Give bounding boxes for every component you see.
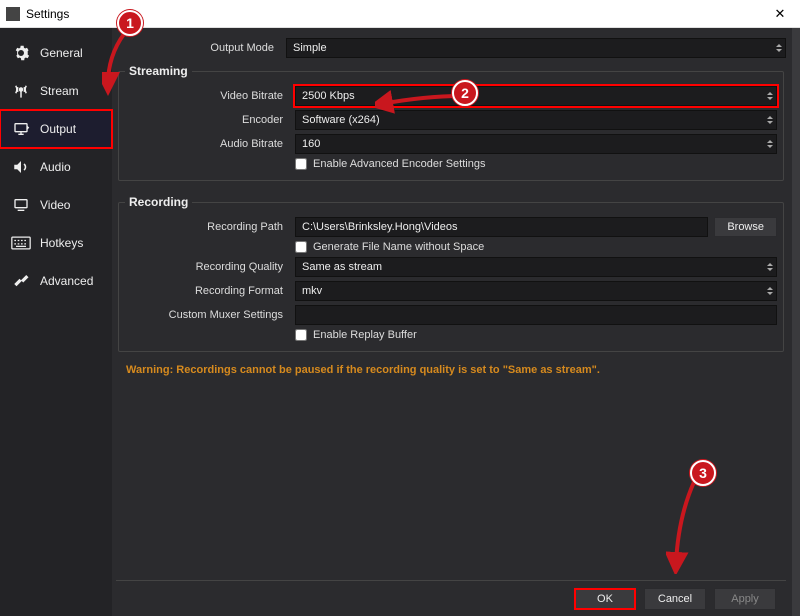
broadcast-icon: [10, 82, 32, 100]
streaming-legend: Streaming: [125, 64, 192, 78]
browse-button[interactable]: Browse: [714, 217, 777, 237]
sidebar-item-general[interactable]: General: [0, 34, 112, 72]
sidebar-item-label: Output: [40, 122, 76, 136]
recording-path-label: Recording Path: [125, 221, 295, 233]
sidebar: General Stream Output Audio Video Hotkey…: [0, 28, 112, 616]
replay-buffer-row[interactable]: Enable Replay Buffer: [295, 329, 417, 341]
streaming-group: Streaming Video Bitrate Encoder: [118, 64, 784, 181]
apply-button[interactable]: Apply: [714, 588, 776, 610]
sidebar-item-label: Hotkeys: [40, 236, 83, 250]
gear-icon: [10, 44, 32, 62]
muxer-input[interactable]: [295, 305, 777, 325]
speaker-icon: [10, 158, 32, 176]
video-bitrate-input[interactable]: [295, 86, 777, 106]
sidebar-item-label: Audio: [40, 160, 71, 174]
sidebar-item-label: Advanced: [40, 274, 93, 288]
warning-text: Warning: Recordings cannot be paused if …: [116, 362, 786, 378]
sidebar-item-label: Stream: [40, 84, 79, 98]
output-mode-label: Output Mode: [116, 42, 286, 54]
gen-filename-row[interactable]: Generate File Name without Space: [295, 241, 484, 253]
dialog-footer: OK Cancel Apply: [116, 580, 786, 616]
annotation-marker-3: 3: [690, 460, 716, 486]
monitor-icon: [10, 120, 32, 138]
audio-bitrate-label: Audio Bitrate: [125, 138, 295, 150]
replay-buffer-checkbox[interactable]: [295, 329, 307, 341]
annotation-marker-1: 1: [117, 10, 143, 36]
sidebar-item-advanced[interactable]: Advanced: [0, 262, 112, 300]
annotation-marker-2: 2: [452, 80, 478, 106]
output-mode-select[interactable]: [286, 38, 786, 58]
recording-format-select[interactable]: [295, 281, 777, 301]
video-bitrate-fieldbox: [295, 86, 777, 106]
recording-path-input[interactable]: [295, 217, 708, 237]
replay-buffer-label: Enable Replay Buffer: [313, 329, 417, 341]
recording-quality-label: Recording Quality: [125, 261, 295, 273]
main-panel: Output Mode Streaming Video Bitrate Enco: [112, 28, 792, 616]
muxer-label: Custom Muxer Settings: [125, 309, 295, 321]
ok-button[interactable]: OK: [574, 588, 636, 610]
sidebar-item-video[interactable]: Video: [0, 186, 112, 224]
output-mode-fieldbox: [286, 38, 786, 58]
recording-legend: Recording: [125, 195, 192, 209]
sidebar-item-label: General: [40, 46, 83, 60]
cancel-button[interactable]: Cancel: [644, 588, 706, 610]
sidebar-item-hotkeys[interactable]: Hotkeys: [0, 224, 112, 262]
gen-filename-label: Generate File Name without Space: [313, 241, 484, 253]
tools-icon: [10, 272, 32, 290]
video-bitrate-row: Video Bitrate: [125, 84, 777, 108]
gen-filename-checkbox[interactable]: [295, 241, 307, 253]
adv-encoder-checkbox[interactable]: [295, 158, 307, 170]
sidebar-item-stream[interactable]: Stream: [0, 72, 112, 110]
recording-group: Recording Recording Path Browse Generat: [118, 195, 784, 352]
scrollbar[interactable]: [792, 28, 800, 616]
recording-quality-select[interactable]: [295, 257, 777, 277]
close-button[interactable]: ✕: [760, 6, 800, 22]
encoder-label: Encoder: [125, 114, 295, 126]
window-title: Settings: [26, 7, 69, 21]
audio-bitrate-select[interactable]: [295, 134, 777, 154]
recording-format-label: Recording Format: [125, 285, 295, 297]
video-bitrate-label: Video Bitrate: [125, 90, 295, 102]
keyboard-icon: [10, 234, 32, 252]
encoder-select[interactable]: [295, 110, 777, 130]
sidebar-item-output[interactable]: Output: [0, 110, 112, 148]
adv-encoder-checkbox-row[interactable]: Enable Advanced Encoder Settings: [295, 158, 485, 170]
output-mode-row: Output Mode: [116, 36, 786, 60]
sidebar-item-audio[interactable]: Audio: [0, 148, 112, 186]
sidebar-item-label: Video: [40, 198, 70, 212]
settings-window: Settings ✕ General Stream Output Audio: [0, 0, 800, 616]
display-icon: [10, 196, 32, 214]
app-icon: [6, 7, 20, 21]
adv-encoder-label: Enable Advanced Encoder Settings: [313, 158, 485, 170]
